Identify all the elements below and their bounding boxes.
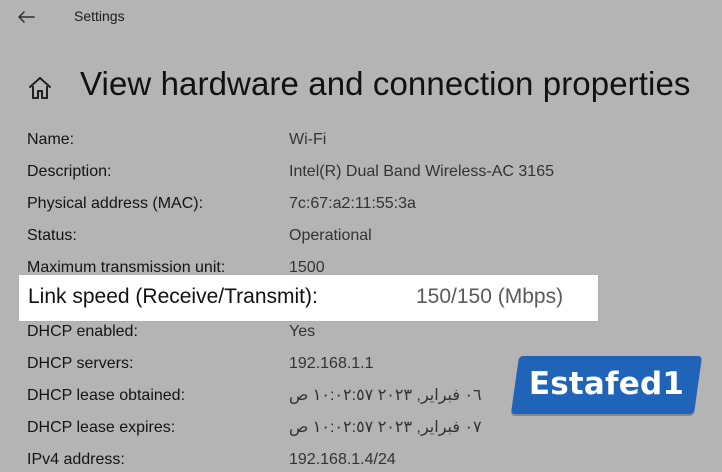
title-bar: Settings [0, 0, 722, 34]
property-row-name: Name: Wi-Fi [0, 125, 722, 155]
property-label: DHCP enabled: [27, 323, 138, 340]
property-row-ipv4: IPv4 address: 192.168.1.4/24 [0, 445, 722, 472]
property-value: 192.168.1.4/24 [289, 451, 396, 468]
link-speed-value: 150/150 (Mbps) [416, 285, 564, 308]
property-value: 192.168.1.1 [289, 355, 374, 372]
property-value: Intel(R) Dual Band Wireless-AC 3165 [289, 163, 554, 180]
home-icon [29, 77, 51, 99]
property-row-dhcp-enabled: DHCP enabled: Yes [0, 317, 722, 347]
property-value: ٠٧ فبراير, ٢٠٢٣ ١٠:٠٢:٥٧ ص [289, 419, 482, 436]
watermark-text: Estafed1 [528, 366, 685, 402]
property-label: Name: [27, 131, 75, 148]
property-value: Operational [289, 227, 372, 244]
home-button[interactable] [26, 74, 54, 102]
property-label: DHCP servers: [27, 355, 134, 372]
arrow-left-icon [18, 11, 35, 23]
watermark-logo: Estafed1 [510, 356, 703, 414]
page-title: View hardware and connection properties [80, 65, 691, 102]
property-row-dhcp-lease-expires: DHCP lease expires: ٠٧ فبراير, ٢٠٢٣ ١٠:٠… [0, 413, 722, 443]
property-label: Physical address (MAC): [27, 195, 204, 212]
property-value: 7c:67:a2:11:55:3a [289, 195, 416, 212]
property-row-status: Status: Operational [0, 221, 722, 251]
property-label: IPv4 address: [27, 451, 125, 468]
property-label: DHCP lease expires: [27, 419, 176, 436]
property-value: Wi-Fi [289, 131, 327, 148]
link-speed-highlight: Link speed (Receive/Transmit): 150/150 (… [19, 275, 598, 321]
property-label: Status: [27, 227, 77, 244]
link-speed-label: Link speed (Receive/Transmit): [28, 285, 318, 308]
back-button[interactable] [14, 7, 38, 27]
property-value: Yes [289, 323, 316, 340]
property-label: DHCP lease obtained: [27, 387, 186, 404]
property-label: Description: [27, 163, 112, 180]
property-value: ٠٦ فبراير, ٢٠٢٣ ١٠:٠٢:٥٧ ص [289, 387, 482, 404]
property-row-description: Description: Intel(R) Dual Band Wireless… [0, 157, 722, 187]
window-title: Settings [74, 8, 125, 24]
property-row-mac: Physical address (MAC): 7c:67:a2:11:55:3… [0, 189, 722, 219]
